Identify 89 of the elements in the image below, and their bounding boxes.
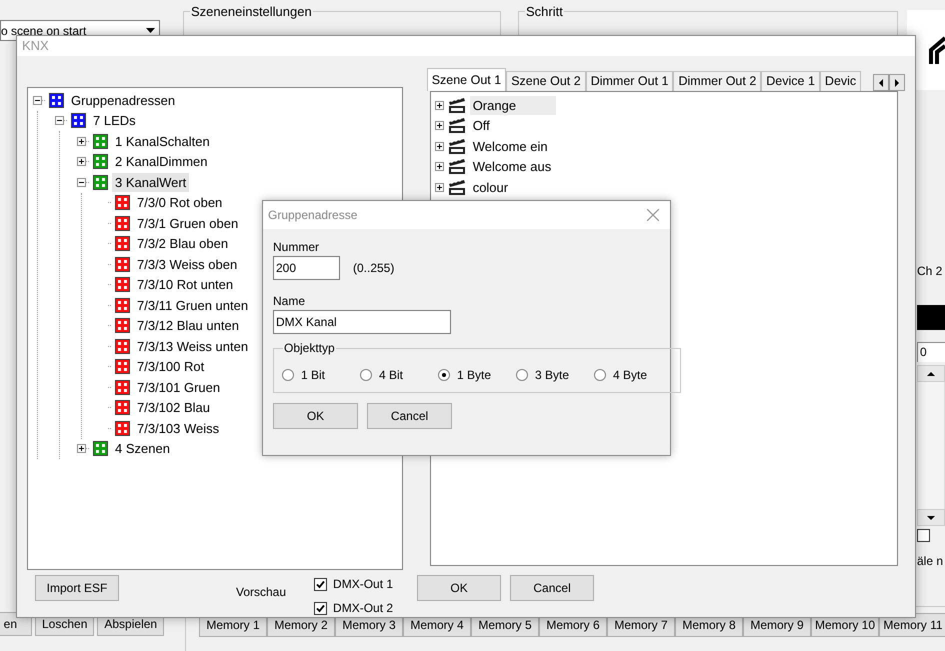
expand-icon[interactable] xyxy=(77,157,86,166)
tree-item[interactable]: 7/3/1 Gruen oben xyxy=(134,214,242,233)
dropdown-arrow-icon xyxy=(146,28,155,33)
expand-icon[interactable] xyxy=(434,121,444,130)
tree-item[interactable]: 7/3/11 Gruen unten xyxy=(134,296,252,315)
tree-item[interactable]: 7/3/103 Weiss xyxy=(134,418,222,438)
tab[interactable]: Dimmer Out 2 xyxy=(673,71,762,91)
scene-item[interactable]: Orange xyxy=(470,96,556,115)
tree-item[interactable]: 7/3/12 Blau unten xyxy=(134,316,242,336)
tab-scroll-right-button[interactable] xyxy=(889,74,905,91)
left-caret-icon xyxy=(879,78,883,86)
radio-label: 4 Bit xyxy=(379,367,404,384)
collapse-icon[interactable] xyxy=(77,178,86,187)
tree-item[interactable]: 7/3/0 Rot oben xyxy=(134,193,226,212)
checkbox-label: DMX-Out 1 xyxy=(333,576,394,593)
expand-icon[interactable] xyxy=(434,162,444,172)
scroll-up-button[interactable] xyxy=(917,365,945,382)
tree-item[interactable]: 7 LEDs xyxy=(90,111,139,130)
tree-item[interactable]: 2 KanalDimmen xyxy=(112,152,210,172)
name-field[interactable]: DMX Kanal xyxy=(273,310,451,334)
clapperboard-icon xyxy=(448,178,466,196)
radio-label: 4 Byte xyxy=(613,367,648,384)
tree-item[interactable]: 7/3/10 Rot unten xyxy=(134,275,236,294)
field-label: Nummer xyxy=(273,239,320,252)
clapperboard-icon xyxy=(448,117,466,134)
tab[interactable]: Device 1 xyxy=(761,71,820,91)
expand-icon[interactable] xyxy=(77,136,86,146)
scene-item[interactable]: Welcome ein xyxy=(470,136,551,156)
group-box-title: Schritt xyxy=(525,3,564,21)
collapse-icon[interactable] xyxy=(33,96,42,105)
tab[interactable]: Szene Out 1 xyxy=(426,68,506,91)
checkbox[interactable] xyxy=(314,578,328,590)
tree-item[interactable]: 7/3/3 Weiss oben xyxy=(134,254,240,274)
tree-item[interactable]: 7/3/13 Weiss unten xyxy=(134,336,252,356)
scene-item[interactable]: Welcome aus xyxy=(470,157,554,176)
clapperboard-icon xyxy=(448,158,466,176)
expand-icon[interactable] xyxy=(434,142,444,151)
house-logo-icon xyxy=(929,36,945,64)
radio-button[interactable] xyxy=(282,369,294,381)
tree-item[interactable]: 7/3/100 Rot xyxy=(134,357,208,376)
checkbox[interactable] xyxy=(314,602,328,614)
clapperboard-icon xyxy=(448,96,466,114)
number-field[interactable]: 200 xyxy=(273,256,340,280)
tab[interactable]: Szene Out 2 xyxy=(506,71,586,91)
tree-item[interactable]: 7/3/2 Blau oben xyxy=(134,234,232,254)
expand-icon[interactable] xyxy=(434,100,444,110)
radio-label: 1 Byte xyxy=(457,367,492,384)
collapse-icon[interactable] xyxy=(55,116,64,126)
radio-button[interactable] xyxy=(516,369,528,381)
field-label: Name xyxy=(273,293,306,306)
tree-item[interactable]: Gruppenadressen xyxy=(68,90,178,110)
checkbox[interactable] xyxy=(917,529,930,542)
radio-button[interactable] xyxy=(360,369,372,381)
channel-label: Ch 2 xyxy=(917,263,944,280)
dialog-button[interactable]: Cancel xyxy=(367,403,452,429)
import-button[interactable]: Import ESF xyxy=(35,575,119,601)
dialog-title: Gruppenadresse xyxy=(268,207,358,224)
tree-item[interactable]: 7/3/102 Blau xyxy=(134,398,214,418)
dialog-button[interactable]: OK xyxy=(417,575,502,601)
scene-item[interactable]: colour xyxy=(470,178,512,197)
group-box-title: Objekttyp xyxy=(283,340,336,357)
radio-label: 1 Bit xyxy=(301,367,326,384)
tree-item[interactable]: 3 KanalWert xyxy=(112,172,190,192)
scroll-down-button[interactable] xyxy=(917,509,945,526)
close-icon[interactable] xyxy=(647,209,659,221)
tree-item[interactable]: 4 Szenen xyxy=(112,439,173,458)
right-caret-icon xyxy=(895,78,899,86)
tab[interactable]: Devic xyxy=(820,71,862,91)
dialog-button[interactable]: Cancel xyxy=(510,575,594,601)
dialog-button[interactable]: OK xyxy=(273,403,358,429)
radio-button[interactable] xyxy=(594,369,606,381)
radio-button[interactable] xyxy=(438,369,450,381)
tree-item[interactable]: 1 KanalSchalten xyxy=(112,132,213,151)
scene-item[interactable]: Off xyxy=(470,116,493,136)
option-label: äle n xyxy=(917,553,944,570)
expand-icon[interactable] xyxy=(77,444,86,454)
tree-item[interactable]: 7/3/101 Gruen xyxy=(134,378,224,397)
color-swatch xyxy=(917,305,945,330)
down-caret-icon xyxy=(927,516,935,520)
tab[interactable]: Dimmer Out 1 xyxy=(586,71,674,91)
tab-scroll-left-button[interactable] xyxy=(873,74,889,91)
radio-label: 3 Byte xyxy=(535,367,570,384)
range-hint: (0..255) xyxy=(353,260,394,277)
channel-field[interactable]: 0 xyxy=(917,342,945,362)
up-caret-icon xyxy=(927,372,935,376)
clapperboard-icon xyxy=(448,138,466,155)
group-box-title: Szeneneinstellungen xyxy=(190,3,313,21)
expand-icon[interactable] xyxy=(434,182,444,192)
preview-label: Vorschau xyxy=(236,584,286,601)
